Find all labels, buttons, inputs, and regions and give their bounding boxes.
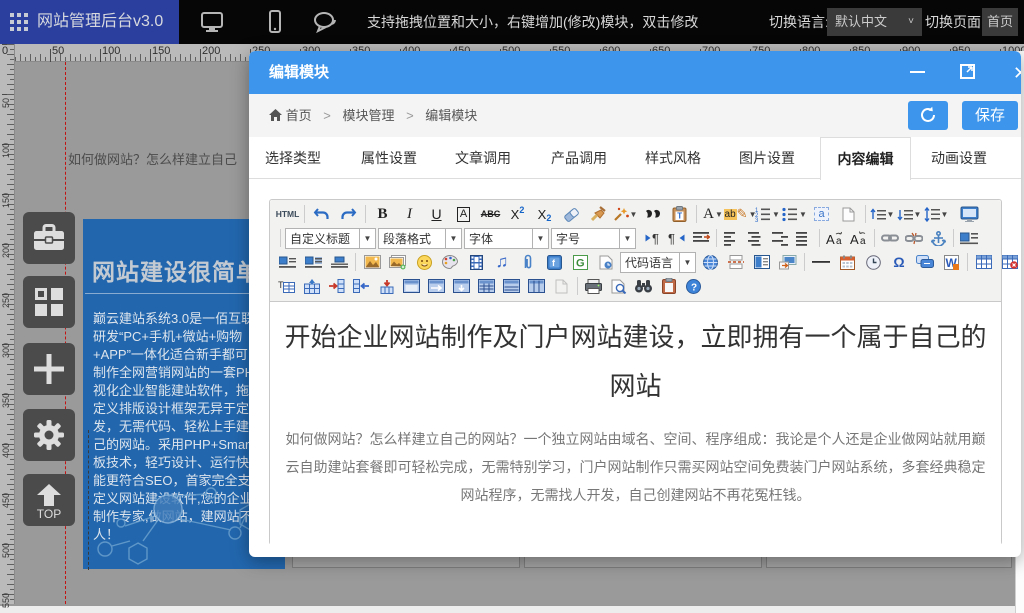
svg-text:¶: ¶	[652, 231, 659, 245]
svg-text:G: G	[576, 257, 585, 269]
svg-text:a: a	[860, 236, 866, 245]
svg-text:3: 3	[755, 218, 759, 222]
svg-text:A: A	[850, 232, 859, 245]
svg-text:?: ?	[691, 282, 697, 293]
svg-text:T: T	[677, 212, 682, 221]
svg-text:A: A	[826, 232, 835, 245]
svg-text:a: a	[836, 236, 842, 245]
svg-text:¶: ¶	[668, 231, 675, 245]
